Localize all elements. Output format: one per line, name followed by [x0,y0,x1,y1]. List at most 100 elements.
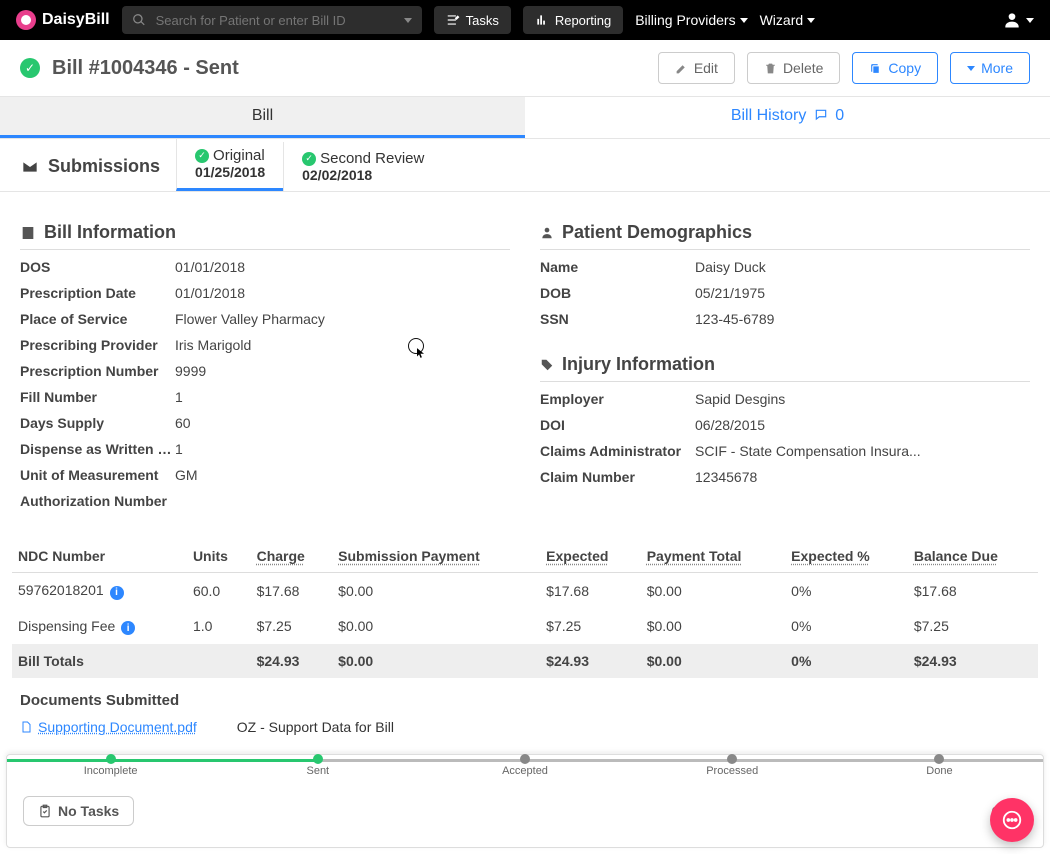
ndc-charge: $7.25 [251,609,333,645]
supporting-document-link[interactable]: Supporting Document.pdf [20,719,197,735]
ndc-col-header: Balance Due [908,540,1038,573]
patient-row: NameDaisy Duck [540,254,1030,280]
ndc-number: Dispensing Fee i [12,609,187,645]
main-tabs: Bill Bill History 0 [0,97,1050,139]
progress-stage-label: Processed [629,765,836,777]
caret-down-icon [807,18,815,23]
field-value: SCIF - State Compensation Insura... [695,443,921,459]
form-icon [20,225,36,241]
progress-stage-label: Done [836,765,1043,777]
ndc-col-header: Payment Total [641,540,785,573]
field-value: Iris Marigold [175,337,251,353]
patient-row: DOB05/21/1975 [540,280,1030,306]
user-menu[interactable] [1002,10,1034,30]
field-label: Prescription Date [20,285,175,301]
field-value: 12345678 [695,469,757,485]
nav-billing-label: Billing Providers [635,12,735,28]
ndc-sub: $0.00 [332,609,540,645]
bill-info-row: DOS01/01/2018 [20,254,510,280]
ndc-table: NDC NumberUnitsChargeSubmission PaymentE… [12,540,1038,678]
ndc-units: 1.0 [187,609,251,645]
chat-bubble-button[interactable] [990,798,1034,842]
field-value: 01/01/2018 [175,285,245,301]
status-sent-icon: ✓ [20,58,40,78]
tab-bill[interactable]: Bill [0,97,525,138]
caret-down-icon [404,18,412,23]
bill-info-row: Days Supply60 [20,410,510,436]
bill-info-row: Prescribing ProviderIris Marigold [20,332,510,358]
doc-desc: OZ - Support Data for Bill [237,719,394,735]
progress-dot [106,754,116,764]
nav-wizard[interactable]: Wizard [760,12,816,28]
bill-header: ✓ Bill #1004346 - Sent Edit Delete Copy … [0,40,1050,97]
top-nav: DaisyBill Tasks Reporting Billing Provid… [0,0,1050,40]
subtab-second-review[interactable]: ✓Second Review 02/02/2018 [283,142,442,191]
info-panels: Bill Information DOS01/01/2018Prescripti… [0,192,1050,514]
nav-wizard-label: Wizard [760,12,804,28]
injury-row: EmployerSapid Desgins [540,386,1030,412]
ndc-col-header: Expected [540,540,641,573]
field-value: 1 [175,389,183,405]
progress-footer: IncompleteSentAcceptedProcessedDone No T… [6,754,1044,848]
subtab-second-title: Second Review [320,150,424,167]
field-label: DOS [20,259,175,275]
ndc-col-header: Submission Payment [332,540,540,573]
pencil-icon [675,62,688,75]
ndc-row: Dispensing Fee i1.0$7.25$0.00$7.25$0.000… [12,609,1038,645]
tab-history-label: Bill History [731,107,807,124]
copy-button[interactable]: Copy [852,52,938,84]
search-icon [132,13,146,27]
subtab-original-date: 01/25/2018 [195,164,265,180]
info-icon[interactable]: i [121,621,135,635]
caret-down-icon [967,66,975,71]
progress-stage-label: Accepted [421,765,628,777]
right-panels: Patient Demographics NameDaisy DuckDOB05… [540,222,1030,514]
field-label: Dispense as Written C... [20,441,175,457]
tag-icon [540,357,554,373]
nav-tasks-button[interactable]: Tasks [434,6,511,34]
ndc-totals-row: Bill Totals$24.93$0.00$24.93$0.000%$24.9… [12,644,1038,678]
check-icon: ✓ [195,149,209,163]
copy-icon [869,62,882,75]
envelope-icon [20,159,40,175]
nav-billing-providers[interactable]: Billing Providers [635,12,747,28]
edit-button[interactable]: Edit [658,52,735,84]
delete-button[interactable]: Delete [747,52,840,84]
info-icon[interactable]: i [110,586,124,600]
submissions-label: Submissions [20,142,176,191]
user-icon [1002,10,1022,30]
ndc-col-header: NDC Number [12,540,187,573]
tasks-icon [446,13,460,27]
person-icon [540,225,554,241]
progress-dot [313,754,323,764]
ndc-col-header: Units [187,540,251,573]
field-label: Prescribing Provider [20,337,175,353]
field-value: 123-45-6789 [695,311,774,327]
brand[interactable]: DaisyBill [16,10,110,30]
progress-bar: IncompleteSentAcceptedProcessedDone [7,755,1043,775]
delete-label: Delete [783,60,823,76]
submissions-subtabs: Submissions ✓Original 01/25/2018 ✓Second… [0,139,1050,192]
field-label: Claim Number [540,469,695,485]
ndc-bal: $17.68 [908,573,1038,609]
clipboard-icon [38,804,52,818]
field-value: Sapid Desgins [695,391,785,407]
nav-reporting-button[interactable]: Reporting [523,6,623,34]
no-tasks-button[interactable]: No Tasks [23,796,134,826]
brand-flower-icon [16,10,36,30]
injury-row: DOI06/28/2015 [540,412,1030,438]
injury-title: Injury Information [562,354,715,375]
search-input[interactable] [154,12,396,29]
ndc-charge: $17.68 [251,573,333,609]
tab-bill-history[interactable]: Bill History 0 [525,97,1050,138]
bill-information-panel: Bill Information DOS01/01/2018Prescripti… [20,222,510,514]
ndc-bal: $7.25 [908,609,1038,645]
ndc-sub: $0.00 [332,573,540,609]
subtab-original[interactable]: ✓Original 01/25/2018 [176,139,283,191]
ndc-exp: $7.25 [540,609,641,645]
ndc-col-header: Expected % [785,540,908,573]
search-box[interactable] [122,6,422,34]
field-value: Daisy Duck [695,259,766,275]
more-button[interactable]: More [950,52,1030,84]
ndc-exp: $17.68 [540,573,641,609]
